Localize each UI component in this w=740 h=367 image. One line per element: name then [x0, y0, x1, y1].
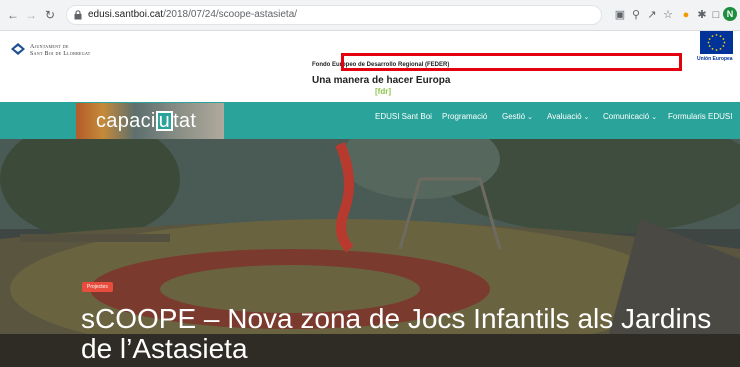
nav-label: EDUSI Sant Boi — [375, 112, 432, 121]
nav-label: Formularis EDUSI — [668, 112, 733, 121]
lock-icon — [74, 10, 82, 20]
nav-label: Programació — [442, 112, 488, 121]
logo-text-post: tat — [173, 110, 197, 132]
chevron-down-icon: ⌄ — [527, 114, 533, 121]
feder-mark: [fdr] — [375, 87, 391, 96]
logo-text-u: u — [155, 111, 174, 131]
eu-label: Unión Europea — [697, 56, 733, 62]
nav-item-formularis-edusi[interactable]: Formularis EDUSI — [668, 112, 732, 121]
side-panel-icon[interactable]: □ — [708, 7, 724, 23]
nav-item-gestio[interactable]: Gestió ⌄ — [502, 112, 533, 121]
zoom-icon[interactable]: ⚲ — [628, 7, 644, 23]
url-host: edusi.santboi.cat — [88, 9, 164, 20]
reload-icon[interactable]: ↻ — [43, 8, 57, 22]
logo-text-pre: capaci — [96, 110, 156, 132]
ajuntament-line1: Ajuntament de — [30, 44, 69, 50]
profile-avatar[interactable]: N — [723, 7, 737, 21]
bookmark-star-icon[interactable]: ☆ — [660, 7, 676, 23]
translate-icon[interactable]: ▣ — [612, 7, 628, 23]
category-badge[interactable]: Projectes — [82, 282, 113, 292]
ajuntament-name: Ajuntament de Sant Boi de Llobregat — [30, 44, 90, 58]
red-highlight-box — [341, 53, 682, 71]
feder-slogan: Una manera de hacer Europa — [312, 75, 451, 86]
post-title: sCOOPE – Nova zona de Jocs Infantils als… — [81, 303, 712, 364]
forward-arrow-icon[interactable]: → — [24, 8, 38, 22]
nav-item-comunicacio[interactable]: Comunicació ⌄ — [603, 112, 657, 121]
site-logo[interactable]: capaci u tat — [96, 110, 196, 133]
back-arrow-icon[interactable]: ← — [6, 8, 20, 22]
nav-label: Avaluació — [547, 112, 582, 121]
address-bar[interactable]: edusi.santboi.cat/2018/07/24/scoope-asta… — [66, 5, 602, 25]
url-path: /2018/07/24/scoope-astasieta/ — [163, 9, 298, 20]
nav-item-programacio[interactable]: Programació — [442, 112, 487, 121]
seal-icon — [11, 43, 25, 55]
url-text: edusi.santboi.cat/2018/07/24/scoope-asta… — [88, 9, 297, 20]
nav-item-avaluacio[interactable]: Avaluació ⌄ — [547, 112, 589, 121]
ajuntament-line2: Sant Boi de Llobregat — [30, 51, 91, 57]
nav-label: Comunicació — [603, 112, 650, 121]
browser-toolbar: ← → ↻ edusi.santboi.cat/2018/07/24/scoop… — [0, 0, 740, 31]
site-header: Ajuntament de Sant Boi de Llobregat Fond… — [0, 31, 740, 102]
chevron-down-icon: ⌄ — [583, 114, 590, 121]
nav-label: Gestió — [502, 112, 526, 121]
extension-colorful-icon[interactable]: ● — [678, 7, 694, 23]
chevron-down-icon: ⌄ — [651, 114, 658, 121]
main-nav: capaci u tat EDUSI Sant Boi Programació Ge… — [0, 102, 740, 139]
eu-logo: Unión Europea — [697, 31, 737, 63]
nav-item-edusi-sant-boi[interactable]: EDUSI Sant Boi — [375, 112, 432, 121]
eu-flag-icon — [700, 31, 733, 54]
share-icon[interactable]: ↗ — [644, 7, 660, 23]
